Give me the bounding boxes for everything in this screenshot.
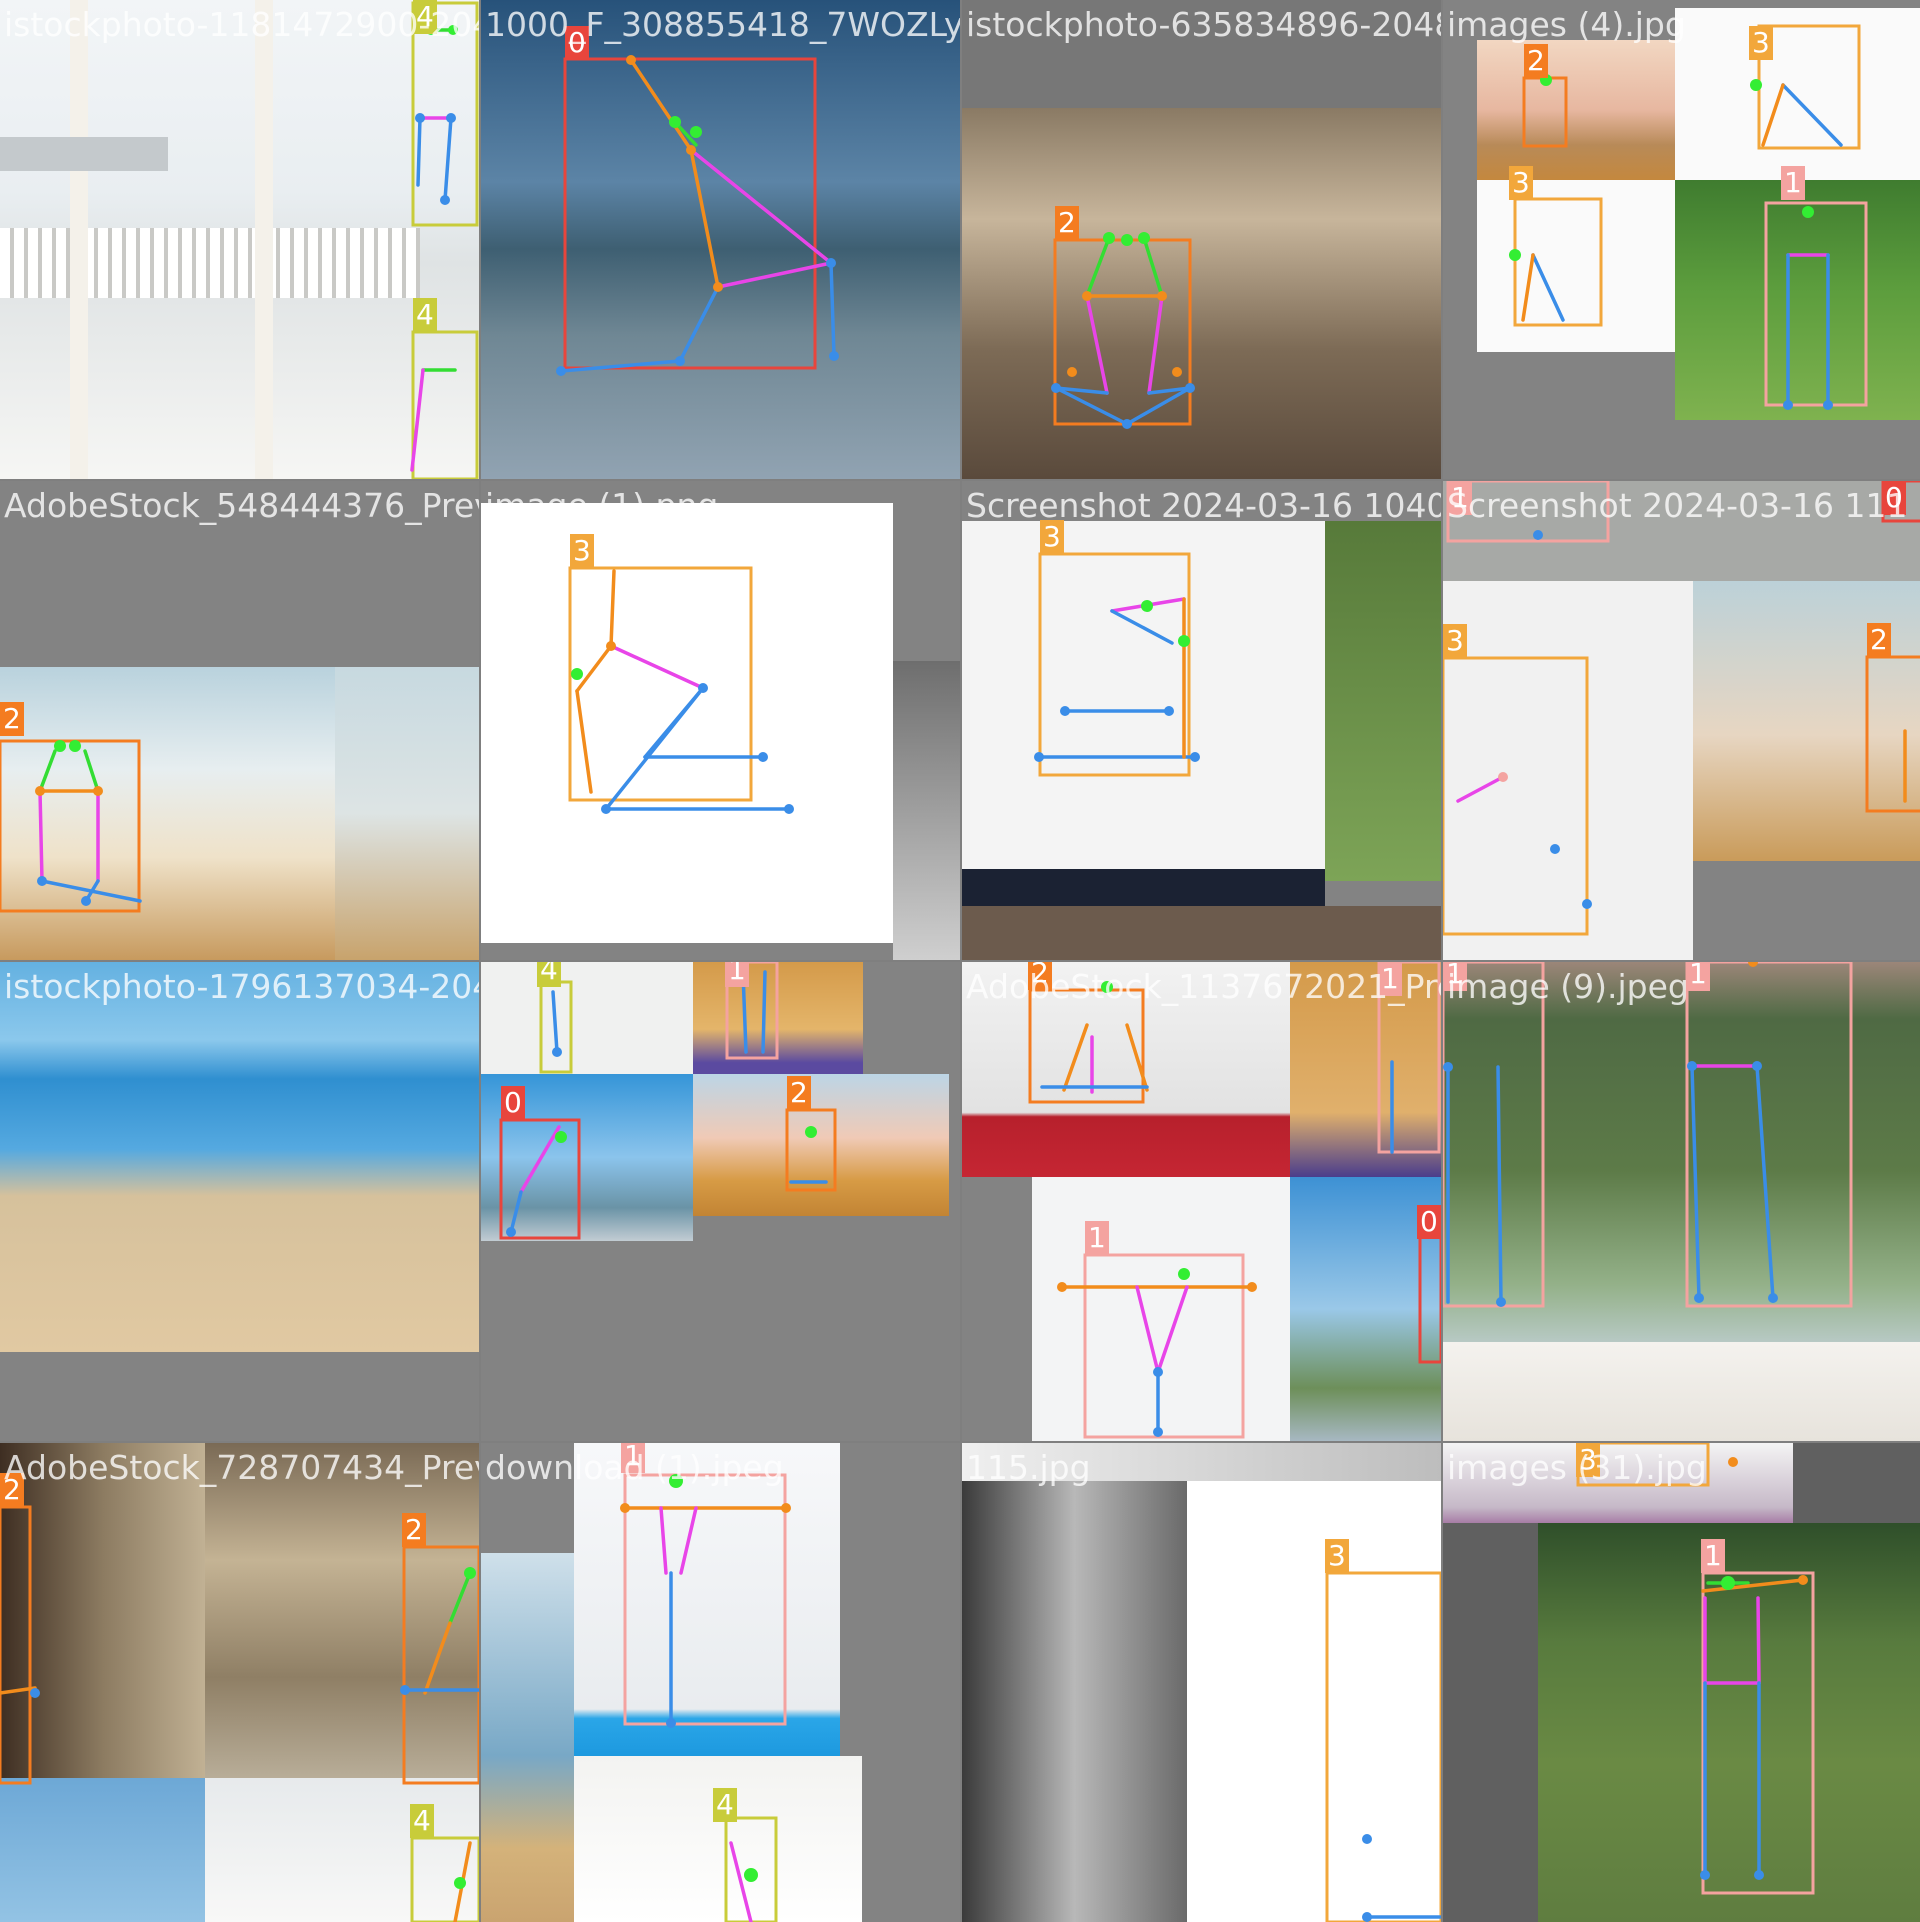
bounding-box [568,566,753,802]
class-label: 1 [1085,1221,1109,1255]
class-label: 0 [1417,1205,1441,1239]
image-filename: download (1).jpeg [485,1448,784,1487]
bounding-box [1325,1571,1441,1922]
mosaic-tile: 3 image (1).png [481,481,960,960]
bounding-box [0,1505,32,1785]
pose-overlay [1443,481,1920,936]
class-label: 4 [410,1804,434,1838]
mosaic-tile: 2 AdobeStock_548444376_Preview.jpeg [0,481,479,960]
mosaic-tile: 2 1 1 0 AdobeStock_1137672021_Preview.jp… [962,962,1441,1441]
image-filename: 115.jpg [966,1448,1091,1487]
bounding-box [785,1108,837,1192]
mosaic-tile: istockphoto-1796137034-2048x2048 (12).jp… [0,962,479,1441]
bounding-box [1522,76,1568,148]
pose-overlay [556,55,839,376]
class-label: 1 [1686,962,1710,991]
class-label: 2 [0,702,24,736]
pose-overlay [1443,962,1853,1308]
class-label: 2 [787,1076,811,1110]
class-label: 2 [1524,44,1548,78]
class-label: 3 [1325,1539,1349,1573]
class-label: 3 [1443,624,1467,658]
class-label: 2 [402,1513,426,1547]
image-filename: Screenshot 2024-03-16 104037.png [966,486,1441,525]
class-label: 3 [1749,26,1773,60]
class-label: 1 [725,962,749,987]
bounding-box [563,57,817,370]
image-filename: AdobeStock_548444376_Preview.jpeg [4,486,479,525]
mosaic-tile: 0 1000_F_308855418_7WOZLyp2xUeNeKS8s4YB6… [481,0,960,479]
bounding-box [1028,988,1145,1104]
class-label: 2 [1867,623,1891,657]
pose-overlay [1034,552,1200,777]
mosaic-tile: 4 4 istockphoto-1181472900-2048x2048.jpg [0,0,479,479]
image-filename: AdobeStock_1137672021_Preview.jpeg [966,967,1441,1006]
image-filename: Screenshot 2024-03-16 111 [1447,486,1908,525]
image-filename: 1000_F_308855418_7WOZLyp2xUeNeKS8s4YB6v2… [485,5,960,44]
mosaic-tile: 2 2 4 AdobeStock_728707434_Preview (1).j… [0,1443,479,1922]
image-filename: images (4).jpg [1447,5,1686,44]
image-filename: image (9).jpeg [1447,967,1689,1006]
bounding-box [1764,201,1868,407]
image-filename: image (1).png [485,486,719,525]
mosaic-tile: 1 0 3 2 Screenshot 2024-03-16 111 [1443,481,1920,960]
image-filename: AdobeStock_728707434_Preview (1).jpeg [4,1448,479,1487]
bounding-box [1865,655,1920,813]
bounding-box [1083,1253,1245,1439]
pose-overlay [568,566,794,814]
bounding-box [623,1473,787,1726]
class-label: 4 [713,1788,737,1822]
image-filename: images (31).jpg [1447,1448,1707,1487]
class-label: 4 [413,298,437,332]
pose-overlay [1028,962,1441,1439]
mosaic-tile: 2 3 3 1 images (4).jpg [1443,0,1920,479]
mosaic-tile: 3 115.jpg [962,1443,1441,1922]
image-filename: istockphoto-1796137034-2048x2048 (12).jp… [4,967,479,1006]
mosaic-tile: 4 1 0 2 [481,962,960,1441]
bounding-box [1038,552,1191,777]
class-label: 1 [1701,1539,1725,1573]
training-batch-mosaic: 4 4 istockphoto-1181472900-2048x2048.jpg… [0,0,1920,1922]
ocean-beach-photo [0,962,479,1352]
image-filename: istockphoto-635834896-2048x2048.jpg [966,5,1441,44]
class-label: 3 [1040,520,1064,554]
class-label: 2 [1055,206,1079,240]
mosaic-tile: 2 istockphoto-635834896-2048x2048.jpg [962,0,1441,479]
pose-overlay [499,962,837,1240]
mosaic-tile: 1 1 image (9).jpeg [1443,962,1920,1441]
mosaic-tile: 3 1 images (31).jpg [1443,1443,1920,1922]
mosaic-tile: 1 4 download (1).jpeg [481,1443,960,1922]
pose-overlay [1325,1571,1441,1922]
pose-overlay [620,1473,791,1922]
pose-overlay [1509,24,1868,410]
mosaic-tile: 3 Screenshot 2024-03-16 104037.png [962,481,1441,960]
pose-overlay [410,1,479,479]
class-label: 4 [537,962,561,987]
bounding-box [1443,962,1545,1308]
pose-overlay [1576,1443,1815,1895]
pose-overlay [0,739,142,913]
bounding-box [411,330,479,479]
image-filename: istockphoto-1181472900-2048x2048.jpg [4,5,479,44]
class-label: 3 [1509,166,1533,200]
pose-overlay [1051,232,1195,429]
class-label: 1 [1781,166,1805,200]
bounding-box [1757,24,1861,150]
class-label: 3 [570,534,594,568]
class-label: 0 [501,1086,525,1120]
